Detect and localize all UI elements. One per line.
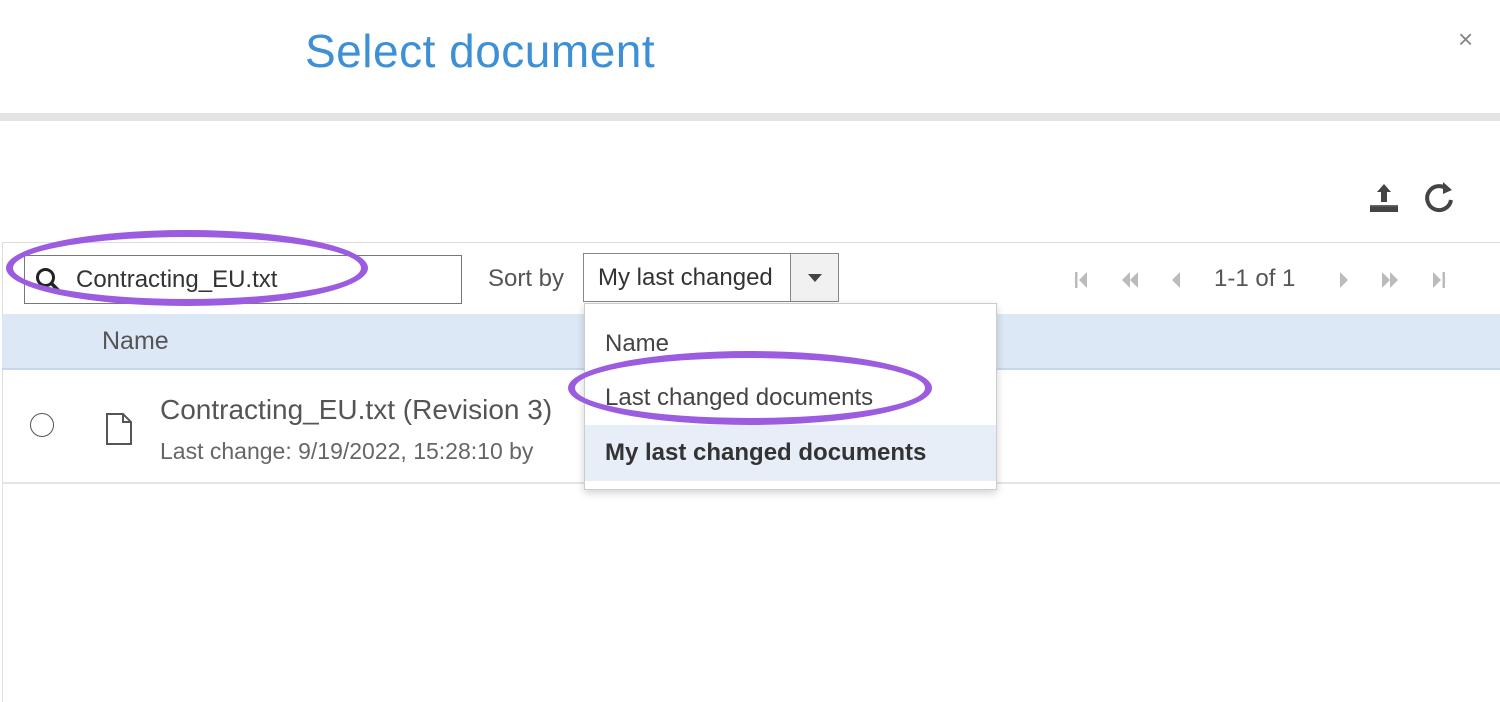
search-input[interactable]: Contracting_EU.txt xyxy=(24,255,462,304)
pager-status: 1-1 of 1 xyxy=(1214,265,1296,292)
sort-option-my-last-changed[interactable]: My last changed documents xyxy=(585,425,996,481)
search-value: Contracting_EU.txt xyxy=(76,266,278,293)
previous-page-icon[interactable] xyxy=(1166,268,1186,292)
sort-dropdown-toggle[interactable] xyxy=(790,254,838,301)
document-icon xyxy=(105,412,133,446)
chevron-down-icon xyxy=(808,274,822,282)
previous-group-icon[interactable] xyxy=(1118,268,1138,292)
sort-option-name[interactable]: Name xyxy=(585,316,996,372)
column-header-name[interactable]: Name xyxy=(102,327,169,356)
row-select-radio[interactable] xyxy=(30,413,54,437)
next-page-icon[interactable] xyxy=(1334,268,1354,292)
sort-label: Sort by xyxy=(488,265,565,292)
document-title[interactable]: Contracting_EU.txt (Revision 3) xyxy=(160,394,552,426)
upload-icon[interactable] xyxy=(1366,178,1402,218)
sort-select[interactable]: My last changed xyxy=(583,253,839,302)
next-group-icon[interactable] xyxy=(1378,268,1398,292)
select-document-dialog: Select document × Contracting_EU.txt Sor… xyxy=(0,0,1500,702)
sort-selected-value: My last changed xyxy=(598,264,773,291)
refresh-icon[interactable] xyxy=(1421,178,1457,218)
dialog-title: Select document xyxy=(305,25,656,77)
sort-option-last-changed[interactable]: Last changed documents xyxy=(585,370,996,426)
close-button[interactable]: × xyxy=(1458,26,1473,52)
first-page-icon[interactable] xyxy=(1071,268,1091,292)
header-divider xyxy=(0,113,1500,121)
last-page-icon[interactable] xyxy=(1429,268,1449,292)
document-meta: Last change: 9/19/2022, 15:28:10 by xyxy=(160,438,534,464)
sort-dropdown-menu: Name Last changed documents My last chan… xyxy=(584,303,997,490)
search-icon xyxy=(35,267,61,293)
